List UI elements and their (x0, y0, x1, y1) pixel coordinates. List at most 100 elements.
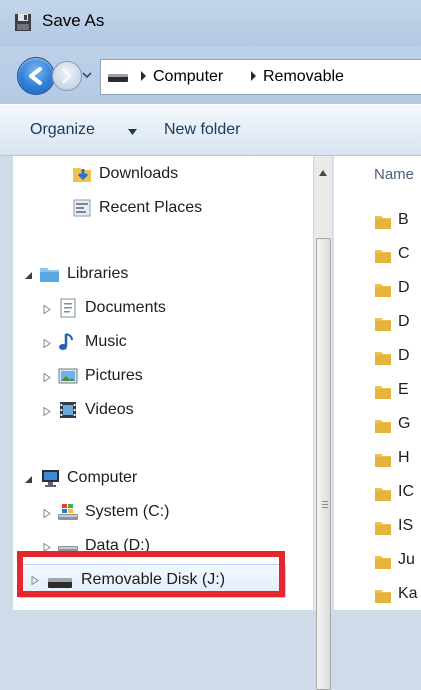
videos-icon (60, 402, 76, 418)
window-title: Save As (42, 11, 105, 30)
folder-icon (375, 352, 391, 365)
file-name: D (398, 347, 410, 364)
expand-arrow-icon[interactable] (43, 339, 51, 348)
nav-item-downloads[interactable]: Downloads (13, 160, 313, 190)
file-row[interactable]: E (374, 378, 421, 408)
file-name: B (398, 211, 409, 228)
save-as-app-icon (15, 14, 31, 31)
expand-arrow-icon[interactable] (31, 576, 39, 585)
nav-item-recent-places[interactable]: Recent Places (13, 194, 313, 224)
folder-icon (375, 318, 391, 331)
organize-button[interactable]: Organize (30, 121, 95, 139)
system-drive-icon (58, 504, 78, 520)
nav-label: Videos (85, 401, 134, 418)
folder-icon (375, 590, 391, 603)
new-folder-button[interactable]: New folder (164, 121, 240, 139)
address-bar[interactable]: Computer Removable (100, 59, 421, 95)
removable-drive-icon (48, 578, 72, 588)
nav-label: Data (D:) (85, 537, 150, 554)
documents-icon (60, 298, 76, 318)
nav-label: System (C:) (85, 503, 170, 520)
pictures-icon (58, 368, 78, 384)
expand-arrow-icon[interactable] (43, 305, 51, 314)
file-row[interactable]: Ju (374, 548, 421, 578)
scroll-up-arrow-icon[interactable] (319, 170, 327, 176)
removable-drive-icon (108, 74, 128, 82)
column-header-name[interactable]: Name (374, 166, 414, 183)
libraries-icon (40, 268, 59, 282)
nav-label: Libraries (67, 265, 129, 282)
address-row: Computer Removable (0, 46, 421, 104)
file-row[interactable]: D (374, 276, 421, 306)
collapse-arrow-icon[interactable] (25, 271, 33, 280)
file-row[interactable]: B (374, 208, 421, 238)
forward-button[interactable] (52, 61, 82, 91)
folder-icon (375, 556, 391, 569)
folder-icon (375, 250, 391, 263)
folder-icon (375, 488, 391, 501)
recent-places-icon (73, 199, 91, 217)
nav-item-documents[interactable]: Documents (13, 294, 313, 324)
expand-arrow-icon[interactable] (43, 407, 51, 416)
nav-label: Music (85, 333, 127, 350)
file-name: Ka (398, 585, 418, 602)
nav-item-system-c[interactable]: System (C:) (13, 498, 313, 528)
forward-arrow-icon (62, 68, 72, 84)
expand-arrow-icon[interactable] (43, 373, 51, 382)
file-row[interactable]: IS (374, 514, 421, 544)
file-row[interactable]: IC (374, 480, 421, 510)
nav-item-libraries[interactable]: Libraries (13, 260, 313, 290)
back-arrow-icon (29, 67, 42, 85)
nav-item-videos[interactable]: Videos (13, 396, 313, 426)
file-row[interactable]: D (374, 344, 421, 374)
file-name: C (398, 245, 410, 262)
file-name: IC (398, 483, 414, 500)
nav-label: Pictures (85, 367, 143, 384)
collapse-arrow-icon[interactable] (25, 475, 33, 484)
folder-icon (375, 216, 391, 229)
nav-item-pictures[interactable]: Pictures (13, 362, 313, 392)
nav-item-data-d[interactable]: Data (D:) (13, 532, 313, 562)
file-list-pane[interactable]: Name B C D D D E G H IC IS Ju Ka (333, 156, 421, 610)
organize-dropdown-icon[interactable] (128, 129, 137, 135)
nav-item-computer[interactable]: Computer (13, 464, 313, 494)
file-row[interactable]: Ka (374, 582, 421, 610)
computer-icon (42, 470, 59, 487)
folder-icon (375, 522, 391, 535)
file-row[interactable]: H (374, 446, 421, 476)
nav-label: Documents (85, 299, 166, 316)
recent-pages-dropdown-icon[interactable] (82, 70, 92, 80)
file-name: Ju (398, 551, 415, 568)
breadcrumb-computer[interactable]: Computer (153, 68, 223, 86)
navigation-pane[interactable]: Downloads Recent Places Libraries Docume… (13, 156, 313, 610)
folder-icon (375, 420, 391, 433)
nav-label: Recent Places (99, 199, 203, 216)
file-name: G (398, 415, 411, 432)
expand-arrow-icon[interactable] (43, 509, 51, 518)
file-name: E (398, 381, 409, 398)
folder-icon (375, 284, 391, 297)
nav-pane-scrollbar[interactable] (313, 156, 332, 690)
music-icon (59, 333, 73, 350)
file-name: D (398, 279, 410, 296)
scrollbar-thumb[interactable] (316, 238, 331, 690)
file-name: IS (398, 517, 414, 534)
breadcrumb-removable[interactable]: Removable (263, 68, 344, 86)
back-button[interactable] (17, 57, 55, 95)
folder-icon (375, 454, 391, 467)
file-row[interactable]: C (374, 242, 421, 272)
folder-icon (375, 386, 391, 399)
breadcrumb-separator-icon[interactable] (139, 70, 147, 82)
breadcrumb-separator-icon[interactable] (249, 70, 257, 82)
nav-label: Downloads (99, 165, 179, 182)
expand-arrow-icon[interactable] (43, 543, 51, 552)
data-drive-icon (58, 546, 78, 553)
nav-item-music[interactable]: Music (13, 328, 313, 358)
nav-label: Removable Disk (J:) (81, 571, 226, 588)
file-row[interactable]: G (374, 412, 421, 442)
nav-item-removable-disk-j[interactable]: Removable Disk (J:) (18, 564, 286, 598)
scrollbar-grip-icon (322, 501, 328, 508)
downloads-folder-icon (73, 168, 91, 182)
file-name: D (398, 313, 410, 330)
file-row[interactable]: D (374, 310, 421, 340)
